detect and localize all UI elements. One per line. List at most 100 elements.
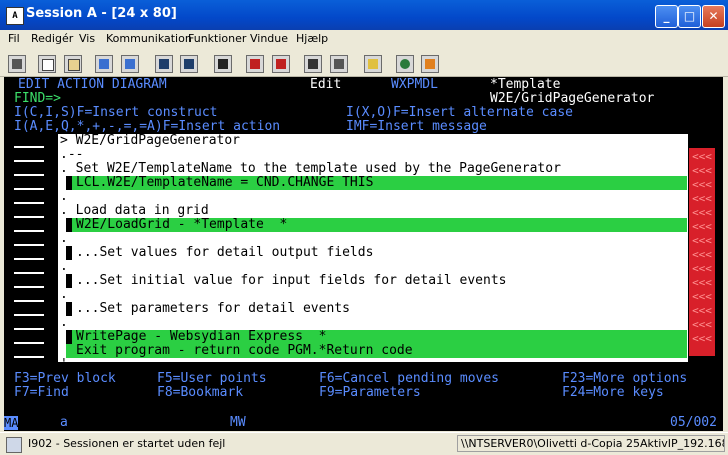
red-mark: <<< [692, 290, 712, 303]
help-icon[interactable] [421, 55, 439, 73]
line-command-field[interactable] [14, 342, 44, 344]
globe-icon[interactable] [396, 55, 414, 73]
diagram-line[interactable]: WritePage - Websydian Express * [76, 330, 326, 344]
close-button[interactable]: ✕ [702, 5, 725, 28]
copy-icon[interactable] [38, 55, 56, 73]
fkey-more-options[interactable]: F23=More options [562, 372, 687, 386]
line-command-field[interactable] [14, 216, 44, 218]
diagram-line[interactable]: . [60, 316, 68, 330]
window-titlebar[interactable]: A Session A - [24 x 80] _ □ ✕ [0, 0, 728, 30]
terminal-screen[interactable]: EDIT ACTION DIAGRAM Edit WXPMDL *Templat… [4, 77, 723, 431]
diagram-line[interactable]: . Load data in grid [60, 204, 209, 218]
action-diagram-panel: > W2E/GridPageGenerator .-- . Set W2E/Te… [58, 134, 688, 372]
menu-fil[interactable]: Fil [8, 32, 20, 45]
diagram-line[interactable]: . Set W2E/TemplateName to the template u… [60, 162, 561, 176]
line-command-field[interactable] [14, 174, 44, 176]
line-command-field[interactable] [14, 188, 44, 190]
line-command-field[interactable] [14, 258, 44, 260]
menu-vindue[interactable]: Vindue [250, 32, 288, 45]
receive-icon[interactable] [121, 55, 139, 73]
fkey-prev-block[interactable]: F3=Prev block [14, 372, 116, 386]
clipboard-icon[interactable] [330, 55, 348, 73]
display-icon[interactable] [155, 55, 173, 73]
line-command-field[interactable] [14, 272, 44, 274]
red-margin-column: <<< <<< <<< <<< <<< <<< <<< <<< <<< <<< … [689, 148, 715, 356]
header-object: *Template [490, 77, 561, 92]
line-command-field[interactable] [14, 286, 44, 288]
hint-insert-alternate: I(X,O)F=Insert alternate case [346, 105, 573, 120]
status-ma: MA [4, 416, 19, 430]
macro-icon[interactable] [304, 55, 322, 73]
menu-funktioner[interactable]: Funktioner [188, 32, 246, 45]
diagram-line[interactable]: LCL.W2E/TemplateName = CND.CHANGE THIS [76, 176, 373, 190]
clipboard-icon[interactable] [364, 55, 382, 73]
status-mw: MW [230, 415, 246, 430]
block-marker [66, 246, 72, 260]
macro-play-icon[interactable] [246, 55, 264, 73]
red-mark: <<< [692, 206, 712, 219]
block-marker [66, 330, 72, 344]
diagram-line[interactable]: ...Set initial value for input fields fo… [76, 274, 506, 288]
line-command-field[interactable] [14, 202, 44, 204]
status-a: a [60, 415, 68, 430]
fkey-more-keys[interactable]: F24=More keys [562, 386, 664, 400]
diagram-line[interactable]: . [60, 260, 68, 274]
diagram-line[interactable]: W2E/LoadGrid - *Template * [76, 218, 287, 232]
diagram-line[interactable]: '-- [60, 358, 83, 372]
minimize-button[interactable]: _ [655, 5, 678, 28]
line-command-field[interactable] [14, 356, 44, 358]
cursor-position: 05/002 [670, 415, 717, 430]
fkey-user-points[interactable]: F5=User points [157, 372, 267, 386]
fkey-bookmark[interactable]: F8=Bookmark [157, 386, 243, 400]
block-marker [66, 176, 72, 190]
diagram-line[interactable]: . [60, 288, 68, 302]
diagram-line[interactable]: . [60, 232, 68, 246]
status-bar: I902 - Sessionen er startet uden fejl \\… [0, 432, 728, 455]
red-mark: <<< [692, 220, 712, 233]
menu-hjaelp[interactable]: Hjælp [296, 32, 328, 45]
diagram-line[interactable]: ...Set values for detail output fields [76, 246, 373, 260]
session-app-icon[interactable]: A [6, 7, 24, 25]
line-command-field[interactable] [14, 314, 44, 316]
connection-info: \\NTSERVER0\Olivetti d-Copia 25AktivIP_1… [457, 435, 725, 452]
red-mark: <<< [692, 304, 712, 317]
red-mark: <<< [692, 178, 712, 191]
header-library: WXPMDL [391, 77, 438, 92]
menu-bar: Fil Redigér Vis Kommunikation Funktioner… [0, 30, 728, 48]
red-mark: <<< [692, 150, 712, 163]
diagram-line[interactable]: . [60, 190, 68, 204]
print-icon[interactable] [8, 55, 26, 73]
menu-rediger[interactable]: Redigér [31, 32, 73, 45]
macro-record-icon[interactable] [214, 55, 232, 73]
operator-info-area: MA a MW 05/002 [4, 416, 723, 431]
find-label[interactable]: FIND=> [14, 92, 61, 106]
line-command-field[interactable] [14, 160, 44, 162]
maximize-button[interactable]: □ [678, 5, 701, 28]
line-command-field[interactable] [14, 300, 44, 302]
diagram-line[interactable]: > W2E/GridPageGenerator [60, 134, 240, 148]
menu-kommunikation[interactable]: Kommunikation [106, 32, 192, 45]
keyboard-icon[interactable] [180, 55, 198, 73]
line-command-field[interactable] [14, 244, 44, 246]
menu-vis[interactable]: Vis [79, 32, 95, 45]
fkey-parameters[interactable]: F9=Parameters [319, 386, 421, 400]
hint-insert-message: IMF=Insert message [346, 119, 487, 134]
send-icon[interactable] [95, 55, 113, 73]
diagram-line[interactable]: Exit program - return code PGM.*Return c… [76, 344, 413, 358]
header-title: EDIT ACTION DIAGRAM [18, 77, 167, 92]
header-mode: Edit [310, 77, 342, 92]
fkey-find[interactable]: F7=Find [14, 386, 69, 400]
block-marker [66, 218, 72, 232]
status-message: I902 - Sessionen er startet uden fejl [28, 437, 226, 450]
block-marker [66, 302, 72, 316]
line-command-field[interactable] [14, 328, 44, 330]
line-command-field[interactable] [14, 146, 44, 148]
diagram-line[interactable]: ...Set parameters for detail events [76, 302, 350, 316]
hint-insert-action: I(A,E,Q,*,+,-,=,=A)F=Insert action [14, 119, 281, 134]
red-mark: <<< [692, 332, 712, 345]
fkey-cancel-moves[interactable]: F6=Cancel pending moves [319, 372, 499, 386]
diagram-line[interactable]: .-- [60, 148, 83, 162]
macro-stop-icon[interactable] [272, 55, 290, 73]
line-command-field[interactable] [14, 230, 44, 232]
paste-icon[interactable] [64, 55, 82, 73]
